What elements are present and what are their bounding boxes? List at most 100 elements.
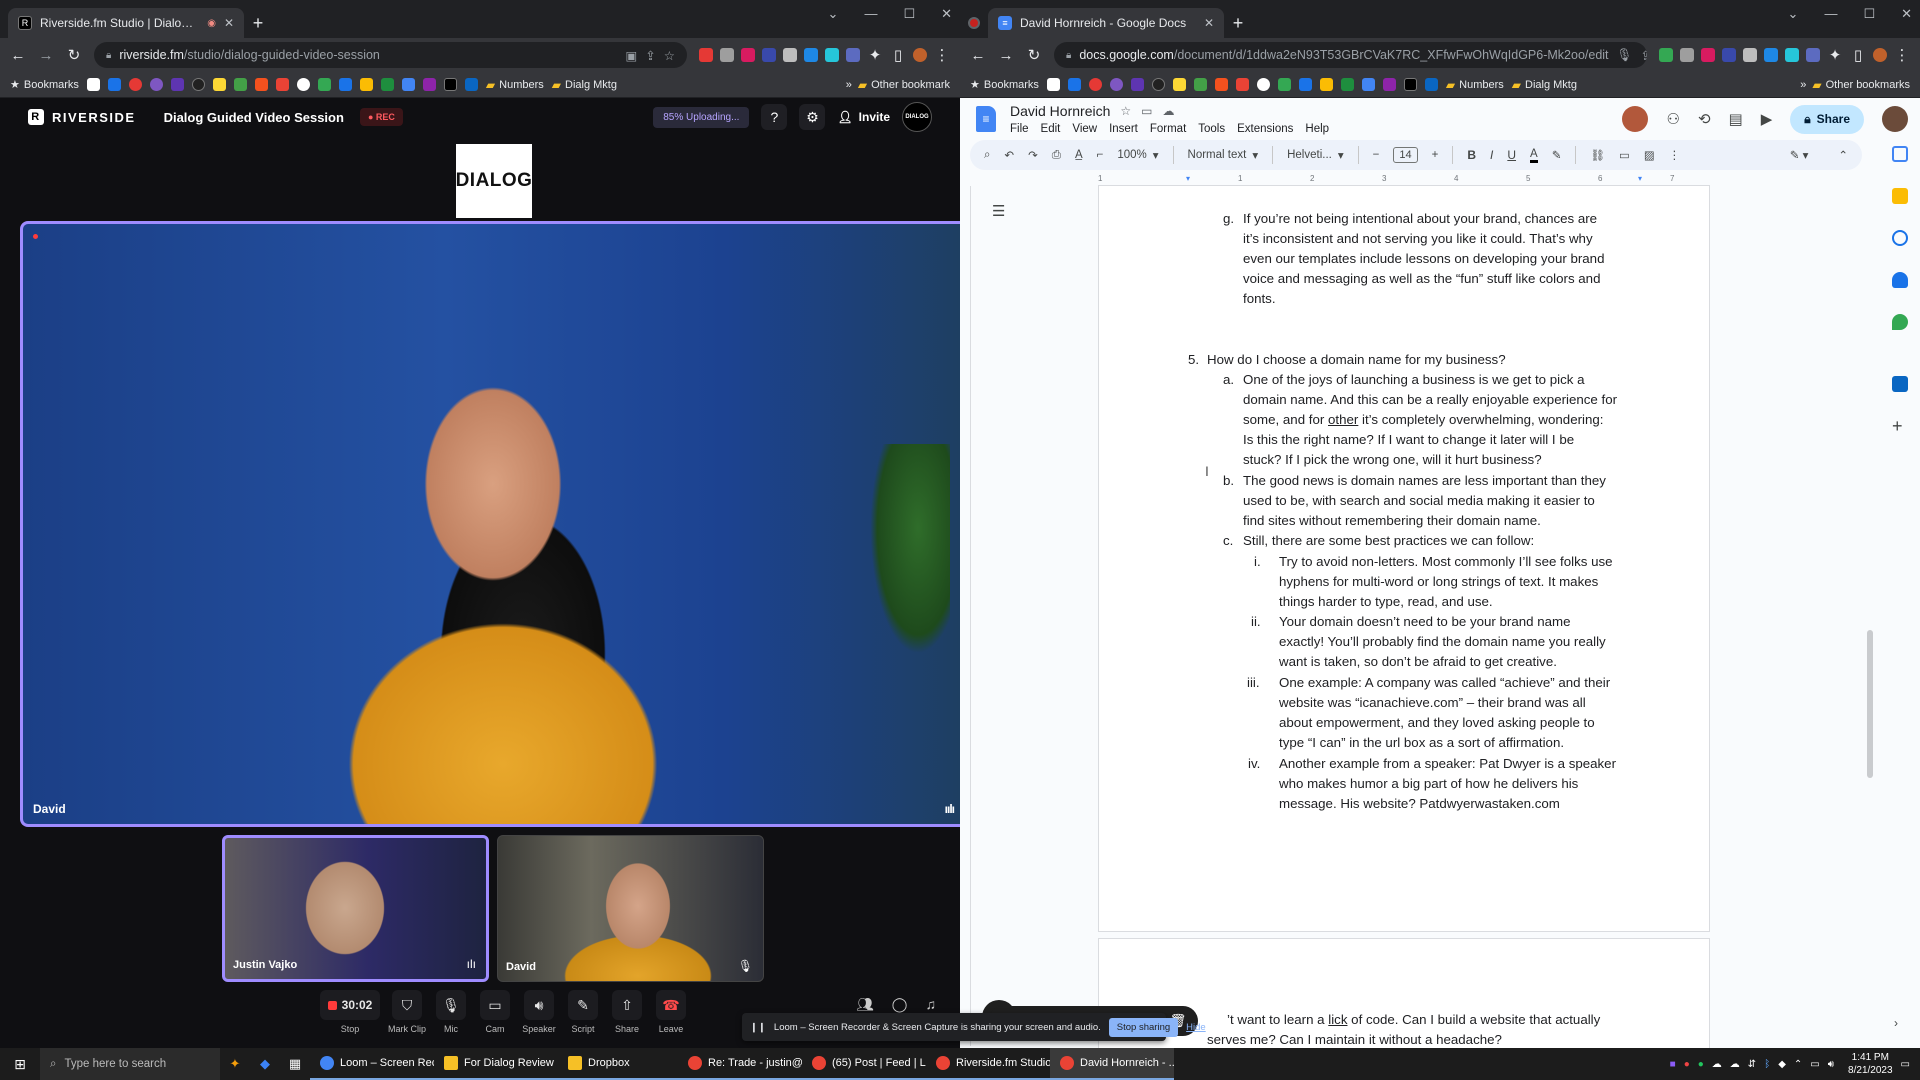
other-bookmarks[interactable]: ▰ Other bookmarks bbox=[1812, 78, 1910, 92]
script-control[interactable]: ✎ Script bbox=[566, 990, 600, 1034]
move-folder-icon[interactable]: ▭ bbox=[1141, 104, 1152, 118]
extension-icon[interactable] bbox=[825, 48, 839, 62]
stop-button[interactable]: 30:02 bbox=[320, 990, 380, 1020]
extension-icon[interactable] bbox=[804, 48, 818, 62]
pen-icon[interactable]: ✎ bbox=[568, 990, 598, 1020]
star-icon[interactable]: ☆ bbox=[1120, 104, 1131, 118]
share-screen-icon[interactable]: ⇧ bbox=[612, 990, 642, 1020]
activity-icon[interactable]: ⚇ bbox=[1666, 110, 1679, 128]
bookmark-favicon[interactable] bbox=[1067, 78, 1081, 91]
extension-icon[interactable] bbox=[783, 48, 797, 62]
bookmark-favicon[interactable] bbox=[1193, 78, 1207, 91]
extension-icon[interactable] bbox=[1743, 48, 1757, 62]
taskbar-app[interactable]: Dropbox bbox=[558, 1048, 678, 1080]
bluetooth-icon[interactable]: ᛒ bbox=[1764, 1059, 1770, 1070]
docs-tab[interactable]: ≡ David Hornreich - Google Docs ✕ bbox=[988, 8, 1224, 38]
browser-menu-icon[interactable]: ⋮ bbox=[1894, 46, 1910, 64]
insert-image-icon[interactable]: ▨ bbox=[1644, 148, 1655, 162]
notifications-icon[interactable]: ▭ bbox=[1901, 1059, 1910, 1070]
tray-app-icon[interactable]: ☁ bbox=[1712, 1059, 1722, 1070]
style-select[interactable]: Normal text ▾ bbox=[1188, 148, 1259, 162]
document-title[interactable]: David Hornreich bbox=[1010, 103, 1110, 119]
extensions-puzzle-icon[interactable]: ✦ bbox=[867, 46, 883, 64]
mark-clip-control[interactable]: ⛉ Mark Clip bbox=[388, 990, 426, 1034]
camera-icon[interactable]: ▭ bbox=[480, 990, 510, 1020]
menu-help[interactable]: Help bbox=[1305, 123, 1329, 135]
text-color-icon[interactable]: A bbox=[1530, 148, 1538, 163]
taskbar-app[interactable]: (65) Post | Feed | Li... bbox=[802, 1048, 926, 1080]
maximize-icon[interactable]: ☐ bbox=[903, 6, 915, 22]
riverside-tab[interactable]: R Riverside.fm Studio | Dialog G ◉ ✕ bbox=[8, 8, 244, 38]
keep-icon[interactable] bbox=[1892, 188, 1908, 204]
print-icon[interactable]: ⎙ bbox=[1052, 149, 1061, 162]
people-icon[interactable]: 👥︎ bbox=[856, 996, 874, 1013]
mic-icon[interactable]: 🎙︎ bbox=[436, 990, 466, 1020]
document-page[interactable]: ’t want to learn a lick of code. Can I b… bbox=[1098, 938, 1710, 1058]
share-control[interactable]: ⇧ Share bbox=[610, 990, 644, 1034]
show-hidden-icons[interactable]: ⌃ bbox=[1794, 1059, 1802, 1070]
invite-button[interactable]: 👤︎ Invite bbox=[837, 110, 890, 124]
bookmark-favicon[interactable] bbox=[86, 78, 100, 91]
tasks-icon[interactable] bbox=[1892, 230, 1908, 246]
cloud-saved-icon[interactable]: ☁ bbox=[1162, 104, 1174, 118]
redo-icon[interactable]: ↷ bbox=[1028, 148, 1038, 162]
bookmark-favicon[interactable] bbox=[128, 78, 142, 91]
windows-start-icon[interactable]: ⊞ bbox=[0, 1056, 40, 1073]
bold-icon[interactable]: B bbox=[1467, 148, 1476, 162]
side-panel-icon[interactable]: ▯ bbox=[1850, 46, 1866, 64]
stop-recording-control[interactable]: 30:02 Stop bbox=[320, 990, 380, 1034]
music-icon[interactable]: ♫ bbox=[925, 996, 936, 1013]
bookmark-favicon[interactable] bbox=[107, 78, 121, 91]
bookmark-favicon[interactable] bbox=[359, 78, 373, 91]
tab-search-icon[interactable]: ⌄ bbox=[828, 6, 839, 22]
zoom-select[interactable]: 100% ▾ bbox=[1117, 148, 1158, 162]
bookmark-favicon[interactable] bbox=[422, 78, 436, 91]
bookmark-favicon[interactable] bbox=[401, 78, 415, 91]
help-icon[interactable]: ? bbox=[761, 104, 788, 130]
menu-tools[interactable]: Tools bbox=[1198, 123, 1225, 135]
bookmark-favicon[interactable] bbox=[170, 78, 184, 91]
bookmark-favicon[interactable] bbox=[1109, 78, 1123, 91]
bookmark-favicon[interactable] bbox=[212, 78, 226, 91]
bookmarks-star[interactable]: ★ Bookmarks bbox=[10, 78, 79, 92]
bookmark-favicon[interactable] bbox=[149, 78, 163, 91]
leave-control[interactable]: ☎ Leave bbox=[654, 990, 688, 1034]
vertical-ruler[interactable] bbox=[970, 186, 971, 1046]
bookmark-favicon[interactable] bbox=[1298, 78, 1312, 91]
back-icon[interactable]: ← bbox=[970, 47, 986, 64]
insert-link-icon[interactable]: ⛓ bbox=[1590, 148, 1605, 162]
font-select[interactable]: Helveti... ▾ bbox=[1287, 148, 1344, 162]
close-tab-icon[interactable]: ✕ bbox=[224, 16, 234, 30]
new-tab-button[interactable]: + bbox=[244, 8, 272, 38]
bookmark-favicon[interactable] bbox=[317, 78, 331, 91]
bookmark-numbers[interactable]: ▰ Numbers bbox=[1446, 78, 1504, 92]
upload-status[interactable]: 85% Uploading... bbox=[653, 106, 750, 128]
spellcheck-icon[interactable]: A̲ bbox=[1075, 149, 1083, 161]
editing-mode-icon[interactable]: ✎ ▾ bbox=[1790, 148, 1809, 162]
tray-app-icon[interactable]: ◆ bbox=[1778, 1059, 1786, 1070]
close-tab-icon[interactable]: ✕ bbox=[1204, 16, 1214, 30]
maps-icon[interactable] bbox=[1892, 314, 1908, 330]
side-panel-icon[interactable]: ▯ bbox=[890, 46, 906, 64]
cam-control[interactable]: ▭ Cam bbox=[478, 990, 512, 1034]
extension-icon[interactable] bbox=[720, 48, 734, 62]
volume-icon[interactable]: 🔊︎ bbox=[1828, 1059, 1834, 1070]
search-menus-icon[interactable]: ⌕ bbox=[984, 149, 990, 162]
bookmark-favicon[interactable] bbox=[1319, 78, 1333, 91]
browser-menu-icon[interactable]: ⋮ bbox=[934, 46, 950, 64]
collapse-toolbar-icon[interactable]: ⌃ bbox=[1838, 148, 1848, 162]
speaker-control[interactable]: 🔊︎ Speaker bbox=[522, 990, 556, 1034]
bookmark-star-icon[interactable]: ☆ bbox=[664, 48, 675, 63]
mark-clip-icon[interactable]: ⛉ bbox=[392, 990, 422, 1020]
more-options-icon[interactable]: ⋮ bbox=[1669, 148, 1681, 162]
address-bar[interactable]: 🔒︎ riverside.fm/studio/dialog-guided-vid… bbox=[94, 42, 687, 68]
pinned-app-icon[interactable]: ◆ bbox=[250, 1056, 280, 1072]
close-window-icon[interactable]: ✕ bbox=[1901, 6, 1912, 22]
share-page-icon[interactable]: ⇪ bbox=[645, 48, 655, 63]
taskbar-app[interactable]: David Hornreich - ... bbox=[1050, 1048, 1174, 1080]
hang-up-icon[interactable]: ☎ bbox=[656, 990, 686, 1020]
menu-file[interactable]: File bbox=[1010, 123, 1029, 135]
back-icon[interactable]: ← bbox=[10, 47, 26, 64]
menu-edit[interactable]: Edit bbox=[1041, 123, 1061, 135]
more-bookmarks-icon[interactable]: » bbox=[1800, 79, 1806, 91]
